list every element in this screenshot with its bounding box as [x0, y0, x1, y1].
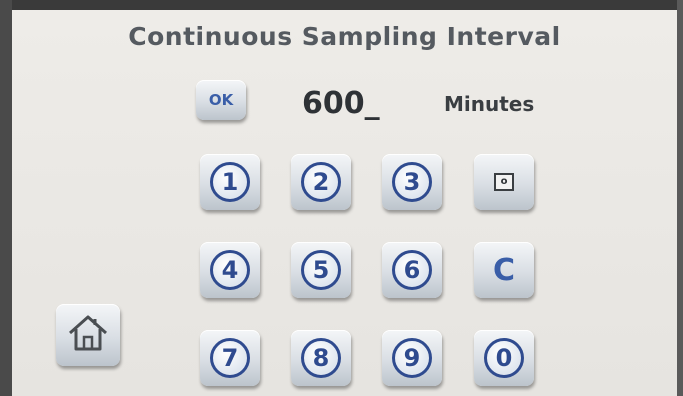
home-icon — [66, 313, 110, 358]
clear-label: C — [492, 252, 516, 288]
key-3-button[interactable]: 3 — [382, 154, 442, 210]
decimal-point-button[interactable]: o — [474, 154, 534, 210]
key-6-button[interactable]: 6 — [382, 242, 442, 298]
key-7-label: 7 — [210, 338, 250, 378]
clear-button[interactable]: C — [474, 242, 534, 298]
key-9-button[interactable]: 9 — [382, 330, 442, 386]
decimal-point-label: o — [494, 173, 514, 191]
key-5-button[interactable]: 5 — [291, 242, 351, 298]
key-1-label: 1 — [210, 162, 250, 202]
interval-value-display: 600_ — [302, 86, 380, 121]
home-button[interactable] — [56, 304, 120, 366]
bezel-left — [0, 0, 12, 396]
key-8-label: 8 — [301, 338, 341, 378]
key-5-label: 5 — [301, 250, 341, 290]
key-0-button[interactable]: 0 — [474, 330, 534, 386]
bezel-top — [0, 0, 683, 10]
touch-screen: Continuous Sampling Interval OK 600_ Min… — [12, 10, 677, 396]
key-3-label: 3 — [392, 162, 432, 202]
key-2-button[interactable]: 2 — [291, 154, 351, 210]
key-9-label: 9 — [392, 338, 432, 378]
key-1-button[interactable]: 1 — [200, 154, 260, 210]
key-0-label: 0 — [484, 338, 524, 378]
key-4-button[interactable]: 4 — [200, 242, 260, 298]
key-2-label: 2 — [301, 162, 341, 202]
key-7-button[interactable]: 7 — [200, 330, 260, 386]
ok-button[interactable]: OK — [196, 80, 246, 120]
key-6-label: 6 — [392, 250, 432, 290]
key-8-button[interactable]: 8 — [291, 330, 351, 386]
unit-label: Minutes — [444, 92, 535, 116]
bezel-right — [677, 0, 683, 396]
page-title: Continuous Sampling Interval — [128, 22, 561, 51]
key-4-label: 4 — [210, 250, 250, 290]
